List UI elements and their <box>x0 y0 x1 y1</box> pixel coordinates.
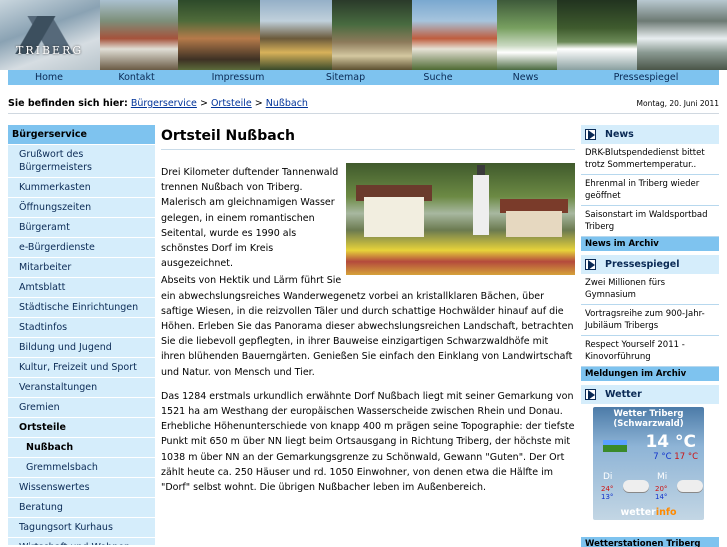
news-item[interactable]: Ehrenmal in Triberg wieder geöffnet <box>581 175 719 206</box>
sidebar-item-wissenswertes[interactable]: Wissenswertes <box>8 478 155 498</box>
banner-photo-statue <box>557 0 637 70</box>
arrow-right-icon <box>585 259 596 270</box>
news-item[interactable]: DRK-Blutspendedienst bittet trotz Sommer… <box>581 144 719 175</box>
weather-min-temp: 7 °C <box>653 452 672 462</box>
sidebar-item-staedtische-einrichtungen[interactable]: Städtische Einrichtungen <box>8 298 155 318</box>
hiking-paragraph: Abseits von Hektik und Lärm führt Sie ei… <box>161 275 574 378</box>
logo-text: TRIBERG <box>16 44 84 57</box>
nav-kontakt[interactable]: Kontakt <box>90 70 183 85</box>
banner-photo-street <box>178 0 260 70</box>
nav-sitemap[interactable]: Sitemap <box>293 70 398 85</box>
forecast-day2-label: Mi <box>657 472 668 482</box>
sidebar-item-gremien[interactable]: Gremien <box>8 398 155 418</box>
forecast-day2-temps: 20° 14° <box>655 485 667 501</box>
arrow-right-icon <box>585 389 596 400</box>
photo-church-tower <box>473 175 489 235</box>
top-navigation: Home Kontakt Impressum Sitemap Suche New… <box>8 70 719 85</box>
nav-pressespiegel[interactable]: Pressespiegel <box>573 70 719 85</box>
right-column: News DRK-Blutspendedienst bittet trotz S… <box>581 125 719 547</box>
breadcrumb-prefix: Sie befinden sich hier: <box>8 98 128 109</box>
sidebar-item-veranstaltungen[interactable]: Veranstaltungen <box>8 378 155 398</box>
sidebar-subitem-nussbach[interactable]: Nußbach <box>8 438 155 458</box>
forecast-day1-max: 24° <box>601 485 614 493</box>
breadcrumb-separator: > <box>254 98 263 109</box>
triberg-logo[interactable]: TRIBERG <box>0 0 100 70</box>
press-item[interactable]: Zwei Millionen fürs Gymnasium <box>581 274 719 305</box>
breadcrumb-separator: > <box>199 98 208 109</box>
press-item[interactable]: Vortragsreihe zum 900-Jahr-Jubiläum Trib… <box>581 305 719 336</box>
forecast-day1-min: 13° <box>601 493 614 501</box>
weather-current-temp: 14 °C <box>645 432 696 452</box>
sidebar-item-amtsblatt[interactable]: Amtsblatt <box>8 278 155 298</box>
news-heading-label: News <box>605 129 634 140</box>
weather-flag-icon <box>603 440 627 452</box>
wetterinfo-logo-accent: info <box>655 507 677 518</box>
nav-home[interactable]: Home <box>8 70 90 85</box>
sidebar-item-beratung[interactable]: Beratung <box>8 498 155 518</box>
weather-heading-label: Wetter <box>605 389 642 400</box>
weather-title-line1: Wetter Triberg <box>613 409 684 419</box>
photo-house-left <box>364 197 424 237</box>
wetterinfo-logo[interactable]: wetterinfo <box>593 507 704 518</box>
weather-title-line2: (Schwarzwald) <box>613 419 684 429</box>
banner-photo-town-hall <box>100 0 178 70</box>
sidebar-menu: Bürgerservice Grußwort des Bürgermeister… <box>8 125 155 546</box>
weather-title: Wetter Triberg (Schwarzwald) <box>593 409 704 429</box>
arrow-right-icon <box>585 129 596 140</box>
current-date: Montag, 20. Juni 2011 <box>636 99 719 108</box>
sidebar-item-ortsteile[interactable]: Ortsteile <box>8 418 155 438</box>
sidebar-item-buergeramt[interactable]: Bürgeramt <box>8 218 155 238</box>
press-box-heading[interactable]: Pressespiegel <box>581 255 719 274</box>
breadcrumb-link-buergerservice[interactable]: Bürgerservice <box>131 98 197 109</box>
weather-max-temp: 17 °C <box>674 452 698 462</box>
sidebar-item-e-buergerdienste[interactable]: e-Bürgerdienste <box>8 238 155 258</box>
sidebar-item-kummerkasten[interactable]: Kummerkasten <box>8 178 155 198</box>
rain-cloud-icon <box>623 480 649 492</box>
press-item[interactable]: Respect Yourself 2011 - Kinovorführung <box>581 336 719 367</box>
sidebar-item-oeffnungszeiten[interactable]: Öffnungszeiten <box>8 198 155 218</box>
main-content: Ortsteil Nußbach Drei Kilometer duftende… <box>161 125 575 495</box>
sidebar-subitem-gremmelsbach[interactable]: Gremmelsbach <box>8 458 155 478</box>
banner-photo-people <box>260 0 332 70</box>
forecast-day2-max: 20° <box>655 485 668 493</box>
sidebar-heading[interactable]: Bürgerservice <box>8 125 155 145</box>
sidebar-item-bildung-und-jugend[interactable]: Bildung und Jugend <box>8 338 155 358</box>
weather-box-heading[interactable]: Wetter <box>581 385 719 404</box>
banner-photo-forest <box>332 0 412 70</box>
news-archive-link[interactable]: News im Archiv <box>581 237 719 251</box>
nav-news[interactable]: News <box>478 70 573 85</box>
forecast-day1-temps: 24° 13° <box>601 485 613 501</box>
breadcrumb-link-ortsteile[interactable]: Ortsteile <box>211 98 252 109</box>
nav-impressum[interactable]: Impressum <box>183 70 293 85</box>
sidebar-item-mitarbeiter[interactable]: Mitarbeiter <box>8 258 155 278</box>
weather-widget[interactable]: Wetter Triberg (Schwarzwald) 14 °C 7 °C … <box>593 407 704 520</box>
breadcrumb-link-nussbach[interactable]: Nußbach <box>266 98 308 109</box>
breadcrumb: Sie befinden sich hier: Bürgerservice > … <box>8 94 719 114</box>
banner-photo-waterfall <box>497 0 557 70</box>
sidebar-item-kultur-freizeit-sport[interactable]: Kultur, Freizeit und Sport <box>8 358 155 378</box>
sidebar-item-stadtinfos[interactable]: Stadtinfos <box>8 318 155 338</box>
forecast-day2-min: 14° <box>655 493 668 501</box>
village-photo <box>346 163 575 275</box>
forecast-day1-label: Di <box>603 472 613 482</box>
sidebar-item-grusswort[interactable]: Grußwort des Bürgermeisters <box>8 145 155 178</box>
weather-temp-range: 7 °C 17 °C <box>653 452 698 462</box>
press-archive-link[interactable]: Meldungen im Archiv <box>581 367 719 381</box>
sidebar-item-tagungsort-kurhaus[interactable]: Tagungsort Kurhaus <box>8 518 155 538</box>
rain-cloud-icon <box>677 480 703 492</box>
banner-photo-lake-house <box>412 0 497 70</box>
photo-house-right <box>506 211 562 237</box>
news-item[interactable]: Saisonstart im Waldsportbad Triberg <box>581 206 719 237</box>
wetterinfo-logo-main: wetter <box>620 507 656 518</box>
banner-photo-rocks <box>637 0 727 70</box>
nav-suche[interactable]: Suche <box>398 70 478 85</box>
press-heading-label: Pressespiegel <box>605 259 680 270</box>
weather-stations-link[interactable]: Wetterstationen Triberg <box>581 537 719 547</box>
news-box-heading[interactable]: News <box>581 125 719 144</box>
history-paragraph: Das 1284 erstmals urkundlich erwähnte Do… <box>161 390 575 494</box>
header-banner: TRIBERG <box>0 0 727 70</box>
page-title: Ortsteil Nußbach <box>161 125 575 150</box>
